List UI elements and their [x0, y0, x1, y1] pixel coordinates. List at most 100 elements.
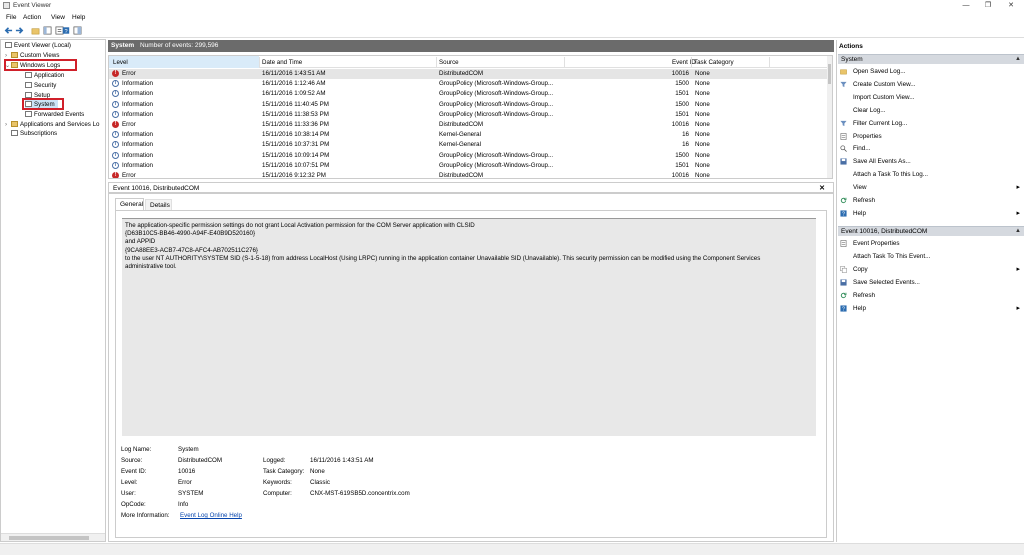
column-divider[interactable]	[436, 57, 437, 67]
tree-node-root[interactable]: Event Viewer (Local)	[5, 41, 71, 50]
action-label: Create Custom View...	[853, 80, 916, 88]
help-icon: ?	[840, 210, 847, 217]
close-detail-icon[interactable]: ✕	[819, 184, 825, 192]
table-row[interactable]: i Information 15/11/2016 10:38:14 PM Kernel…	[109, 130, 829, 140]
cell-date: 15/11/2016 11:33:36 PM	[262, 121, 329, 128]
event-id-label: Event ID:	[121, 468, 147, 475]
action-clear-log[interactable]: Clear Log...	[839, 105, 1023, 117]
back-arrow-icon[interactable]	[4, 26, 13, 35]
action-create-custom-view[interactable]: Create Custom View...	[839, 79, 1023, 91]
cell-level: Information	[122, 80, 153, 88]
action-properties[interactable]: Properties	[839, 131, 1023, 143]
find-icon	[840, 145, 847, 153]
event-message-box[interactable]: The application-specific permission sett…	[122, 218, 816, 436]
menu-help[interactable]: Help	[72, 14, 85, 21]
log-icon	[25, 82, 32, 88]
action-event-properties[interactable]: Event Properties	[839, 238, 1023, 250]
col-event-id[interactable]: Event ID	[672, 59, 696, 66]
task-category-label: Task Category:	[263, 468, 305, 475]
table-row[interactable]: i Information 15/11/2016 11:40:45 PM GroupP…	[109, 100, 829, 110]
cell-task-category: None	[695, 172, 710, 179]
table-row[interactable]: i Information 16/11/2016 1:12:46 AM GroupPo…	[109, 79, 829, 89]
col-task-category[interactable]: Task Category	[694, 59, 734, 66]
table-row[interactable]: i Information 15/11/2016 10:09:14 PM GroupP…	[109, 151, 829, 161]
menu-action[interactable]: Action	[23, 14, 41, 21]
tree-node-application[interactable]: Application	[25, 71, 64, 80]
table-row[interactable]: i Information 15/11/2016 11:38:53 PM GroupP…	[109, 110, 829, 120]
table-row[interactable]: ! Error 15/11/2016 11:33:36 PM DistributedC…	[109, 120, 829, 130]
menu-file[interactable]: File	[6, 14, 16, 21]
column-divider[interactable]	[564, 57, 565, 67]
action-refresh[interactable]: Refresh	[839, 195, 1023, 207]
keywords-value: Classic	[310, 479, 330, 486]
table-vertical-scrollbar[interactable]	[827, 56, 832, 178]
tree-node-apps-services[interactable]: › Applications and Services Lo	[5, 120, 99, 129]
info-icon: i	[112, 110, 119, 118]
cell-level: Information	[122, 131, 153, 139]
action-find[interactable]: Find...	[839, 143, 1023, 155]
col-level[interactable]: Level	[113, 59, 128, 66]
column-divider[interactable]	[259, 57, 260, 67]
tree-horizontal-scrollbar[interactable]	[1, 533, 105, 541]
tree-node-subscriptions[interactable]: Subscriptions	[11, 129, 57, 138]
column-divider[interactable]	[769, 57, 770, 67]
event-count: Number of events: 299,596	[140, 42, 219, 49]
action-save-selected-events[interactable]: Save Selected Events...	[839, 277, 1023, 289]
table-row[interactable]: ! Error 15/11/2016 9:12:32 PM DistributedCO…	[109, 171, 829, 179]
action-save-all-events-as[interactable]: Save All Events As...	[839, 156, 1023, 168]
menu-bar: File Action View Help	[0, 12, 1024, 24]
col-source[interactable]: Source	[439, 59, 459, 66]
table-row[interactable]: i Information 15/11/2016 10:37:31 PM Kernel…	[109, 140, 829, 150]
action-view[interactable]: View ▸	[839, 182, 1023, 194]
actions-section-event[interactable]: Event 10016, DistributedCOM ▲	[838, 226, 1024, 236]
collapse-up-icon[interactable]: ▲	[1015, 228, 1021, 234]
computer-value: CNX-MST-619SB5D.concentrix.com	[310, 490, 410, 497]
console-tree-icon[interactable]	[43, 26, 52, 35]
table-row[interactable]: ! Error 16/11/2016 1:43:51 AM DistributedCO…	[109, 69, 829, 80]
tree-node-forwarded-events[interactable]: Forwarded Events	[25, 110, 84, 119]
restore-button[interactable]: ❐	[977, 0, 999, 12]
folder-open-icon	[840, 69, 847, 75]
folder-icon	[11, 121, 18, 127]
cell-date: 15/11/2016 10:09:14 PM	[262, 151, 330, 159]
tab-general[interactable]: General	[115, 198, 144, 210]
table-row[interactable]: i Information 16/11/2016 1:09:52 AM GroupPo…	[109, 89, 829, 99]
menu-view[interactable]: View	[51, 14, 65, 21]
show-action-pane-icon[interactable]	[73, 26, 82, 35]
tree-node-security[interactable]: Security	[25, 81, 56, 90]
cell-event-id: 10016	[671, 121, 689, 128]
col-date[interactable]: Date and Time	[262, 59, 302, 66]
scrollbar-thumb[interactable]	[9, 536, 89, 540]
action-help[interactable]: ? Help ▸	[839, 303, 1023, 315]
event-log-online-help-link[interactable]: Event Log Online Help	[180, 512, 242, 519]
action-filter-current-log[interactable]: Filter Current Log...	[839, 118, 1023, 130]
table-row[interactable]: i Information 15/11/2016 10:07:51 PM GroupP…	[109, 161, 829, 171]
cell-event-id: 1501	[675, 161, 689, 169]
log-icon	[25, 111, 32, 117]
cell-source: GroupPolicy (Microsoft-Windows-Group...	[439, 151, 554, 159]
collapse-up-icon[interactable]: ▲	[1015, 56, 1021, 62]
column-divider[interactable]	[691, 57, 692, 67]
action-refresh[interactable]: Refresh	[839, 290, 1023, 302]
action-label: Save All Events As...	[853, 158, 911, 166]
window-title: Event Viewer	[13, 2, 52, 9]
action-help[interactable]: ? Help ▸	[839, 208, 1023, 220]
windows-logs-highlight	[4, 59, 77, 71]
help-icon[interactable]: ?	[62, 26, 70, 35]
minimize-button[interactable]: —	[955, 0, 977, 12]
events-table: Level Date and Time Source Event ID Task…	[108, 55, 833, 179]
action-label: Properties	[853, 132, 882, 140]
action-attach-a-task-to-this-log[interactable]: Attach a Task To this Log...	[839, 169, 1023, 181]
action-import-custom-view[interactable]: Import Custom View...	[839, 92, 1023, 104]
cell-date: 15/11/2016 10:37:31 PM	[262, 141, 330, 149]
forward-arrow-icon[interactable]	[15, 26, 24, 35]
keywords-label: Keywords:	[263, 479, 292, 486]
actions-section-system[interactable]: System ▲	[838, 54, 1024, 64]
scrollbar-thumb[interactable]	[828, 64, 831, 84]
action-attach-task-to-this-event[interactable]: Attach Task To This Event...	[839, 251, 1023, 263]
action-copy[interactable]: Copy ▸	[839, 264, 1023, 276]
folder-up-icon[interactable]	[31, 26, 40, 35]
properties-icon	[840, 132, 847, 140]
action-open-saved-log[interactable]: Open Saved Log...	[839, 66, 1023, 78]
close-button[interactable]: ✕	[1000, 0, 1022, 12]
